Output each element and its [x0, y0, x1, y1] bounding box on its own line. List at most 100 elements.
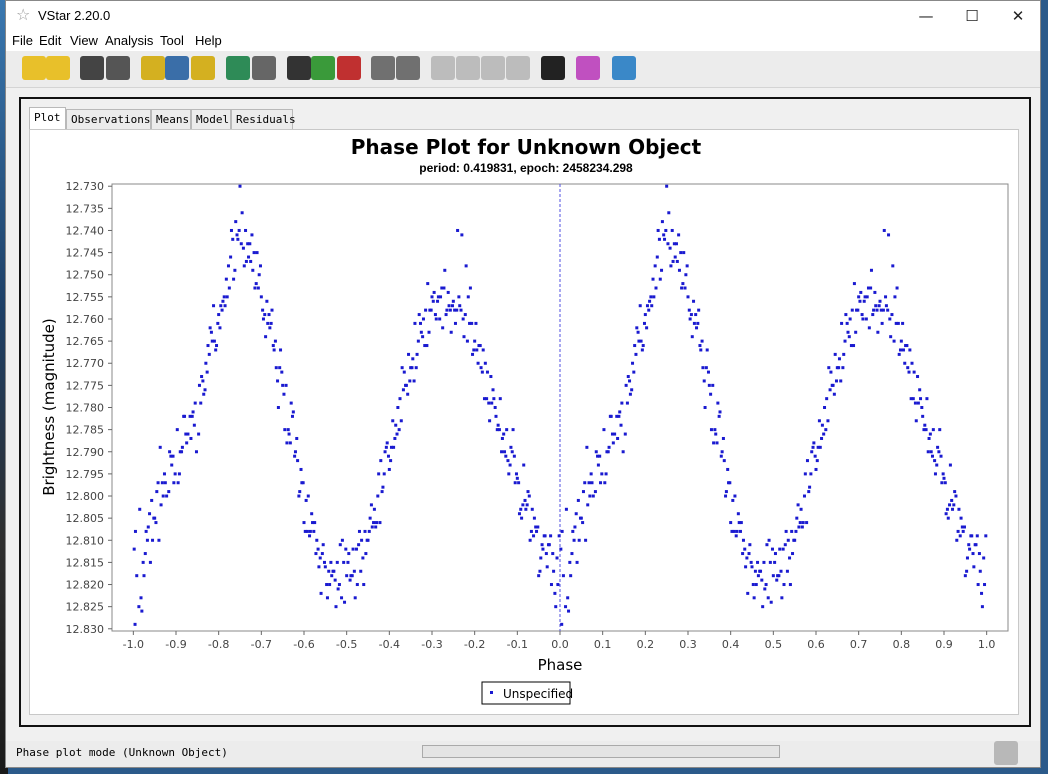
- data-point: [241, 246, 245, 250]
- data-point: [625, 401, 629, 405]
- data-point: [492, 397, 496, 401]
- data-point: [842, 352, 846, 356]
- data-point: [354, 547, 358, 551]
- data-point: [510, 450, 514, 454]
- new-star-button[interactable]: [22, 56, 46, 80]
- pan-down-button[interactable]: [506, 56, 530, 80]
- print-button[interactable]: [106, 56, 130, 80]
- pan-right-button[interactable]: [456, 56, 480, 80]
- data-point: [372, 507, 376, 511]
- data-point: [717, 414, 721, 418]
- data-point: [337, 583, 341, 587]
- data-point: [916, 401, 920, 405]
- data-point: [133, 622, 137, 626]
- data-point: [227, 286, 231, 290]
- data-point: [472, 348, 476, 352]
- data-point: [557, 534, 561, 538]
- data-point: [903, 361, 907, 365]
- data-point: [799, 507, 803, 511]
- data-point: [970, 534, 974, 538]
- tab-residuals[interactable]: Residuals: [231, 109, 296, 129]
- data-point: [475, 348, 479, 352]
- data-point: [140, 609, 144, 613]
- data-point: [920, 406, 924, 409]
- data-point: [809, 472, 813, 476]
- data-point: [568, 560, 572, 564]
- data-point: [323, 565, 327, 569]
- data-point: [918, 388, 922, 392]
- data-point: [272, 348, 276, 352]
- menu-tool[interactable]: Tool: [160, 33, 184, 48]
- plugin-button[interactable]: [576, 56, 600, 80]
- data-point: [872, 308, 876, 312]
- star-db-button[interactable]: [191, 56, 215, 80]
- tab-model[interactable]: Model: [191, 109, 231, 129]
- data-point: [538, 569, 542, 573]
- data-point: [274, 366, 278, 370]
- star-polygon-button[interactable]: [311, 56, 335, 80]
- binoculars-button[interactable]: [541, 56, 565, 80]
- data-point: [560, 622, 564, 626]
- wave-button[interactable]: [252, 56, 276, 80]
- tab-plot[interactable]: Plot: [29, 107, 66, 129]
- save-button[interactable]: [80, 56, 104, 80]
- info-star-button[interactable]: [141, 56, 165, 80]
- help-button[interactable]: [612, 56, 636, 80]
- zoom-out-button[interactable]: [396, 56, 420, 80]
- data-point: [183, 414, 187, 418]
- data-point: [417, 313, 421, 317]
- menu-file[interactable]: File: [12, 33, 33, 48]
- data-point: [201, 379, 205, 383]
- data-point: [397, 428, 401, 432]
- data-point: [455, 308, 459, 312]
- data-point: [406, 392, 410, 396]
- data-point: [632, 370, 636, 374]
- maximize-button[interactable]: ☐: [949, 1, 995, 31]
- menu-analysis[interactable]: Analysis: [105, 33, 153, 48]
- data-point: [549, 583, 553, 587]
- data-point: [621, 450, 625, 454]
- minimize-button[interactable]: —: [903, 1, 949, 31]
- pan-up-button[interactable]: [481, 56, 505, 80]
- data-point: [158, 445, 162, 449]
- menu-help[interactable]: Help: [195, 33, 222, 48]
- stop-button[interactable]: [994, 741, 1018, 765]
- data-point: [945, 507, 949, 511]
- data-point: [426, 282, 430, 286]
- tab-means[interactable]: Means: [151, 109, 191, 129]
- tab-observations[interactable]: Observations: [66, 109, 151, 129]
- data-point: [571, 529, 575, 533]
- data-point: [828, 388, 832, 392]
- data-point: [251, 268, 255, 272]
- close-button[interactable]: ✕: [995, 1, 1041, 31]
- data-point: [161, 494, 165, 498]
- data-point: [628, 392, 632, 396]
- data-point: [756, 560, 760, 564]
- data-point: [662, 233, 666, 237]
- data-point: [446, 290, 450, 294]
- data-point: [145, 538, 149, 542]
- data-point: [338, 543, 342, 547]
- data-point: [626, 375, 630, 379]
- phase-plot-button[interactable]: [226, 56, 250, 80]
- y-tick-label: 12.805: [66, 512, 105, 525]
- data-point: [511, 428, 515, 432]
- data-point: [396, 406, 400, 409]
- phase-plot-chart[interactable]: Phase Plot for Unknown Object period: 0.…: [30, 130, 1018, 714]
- zoom-in-button[interactable]: [371, 56, 395, 80]
- data-point: [485, 397, 489, 401]
- menu-view[interactable]: View: [70, 33, 98, 48]
- data-point: [355, 583, 359, 587]
- data-point: [820, 423, 824, 427]
- data-point: [695, 326, 699, 330]
- data-point: [296, 459, 300, 463]
- plot-line-button[interactable]: [287, 56, 311, 80]
- data-point: [731, 498, 735, 502]
- pan-left-button[interactable]: [431, 56, 455, 80]
- fit-curve-button[interactable]: [337, 56, 361, 80]
- open-star-button[interactable]: [46, 56, 70, 80]
- filter-button[interactable]: [165, 56, 189, 80]
- menu-edit[interactable]: Edit: [39, 33, 61, 48]
- data-point: [305, 529, 309, 533]
- data-point: [470, 321, 474, 325]
